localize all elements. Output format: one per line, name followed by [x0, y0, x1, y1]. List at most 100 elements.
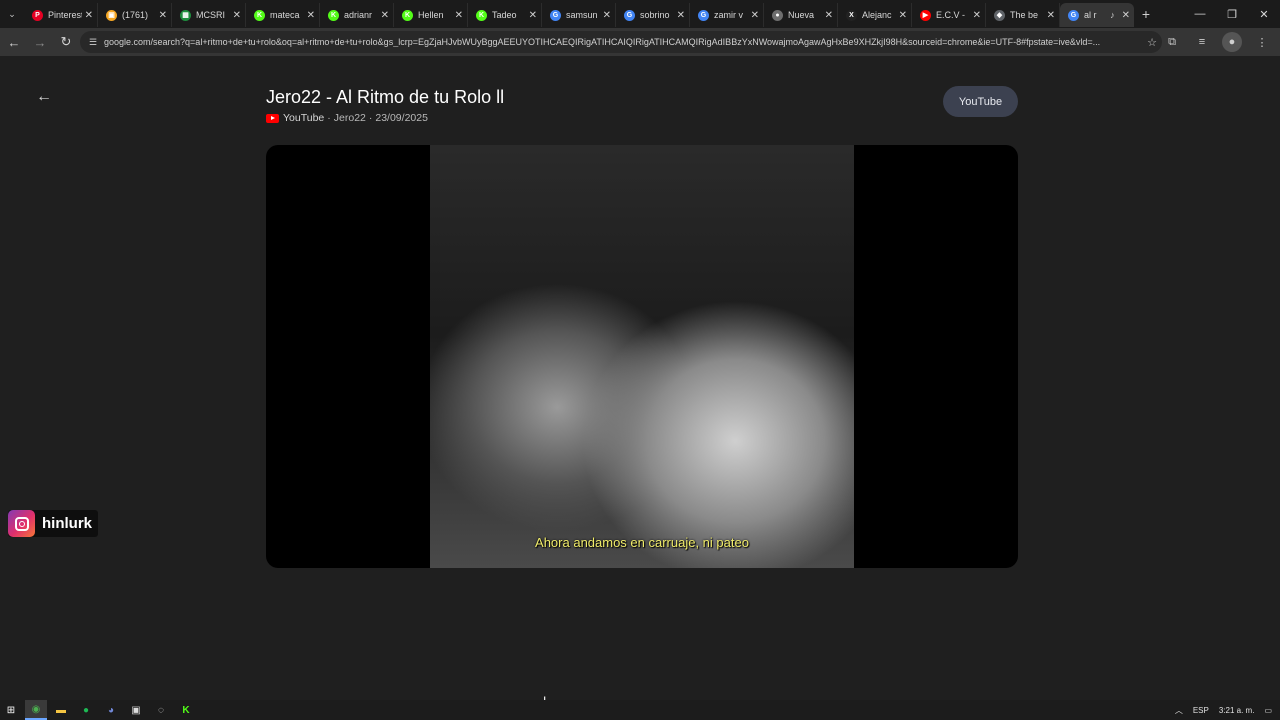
tab-search-icon[interactable]: ⌄	[0, 0, 24, 28]
google-icon: G	[624, 9, 635, 21]
tab-label: The be	[1010, 10, 1039, 20]
tab-close-icon[interactable]: ✕	[455, 10, 463, 21]
meta-separator: ·	[368, 112, 373, 124]
tab-close-icon[interactable]: ✕	[1122, 10, 1130, 21]
tab-label: Alejanc	[862, 10, 892, 20]
windows-start-icon[interactable]: ⊞	[0, 700, 22, 720]
tab-close-icon[interactable]: ✕	[899, 10, 907, 21]
tab-close-icon[interactable]: ✕	[603, 10, 611, 21]
browser-tab[interactable]: Kmateca ✕	[246, 3, 320, 27]
tab-label: Hellen	[418, 10, 444, 20]
video-subtitle: Ahora andamos en carruaje, ni pateo	[535, 535, 749, 550]
speaker-icon[interactable]: ♪	[1110, 10, 1115, 20]
minimize-icon[interactable]: —	[1184, 0, 1216, 28]
chrome-taskbar-icon[interactable]: ◉	[25, 700, 47, 720]
kick-icon: K	[476, 9, 487, 21]
google-icon: G	[550, 9, 561, 21]
tray-chevron-icon[interactable]: ︿	[1175, 705, 1183, 716]
site-icon: ◆	[994, 9, 1005, 21]
browser-tab[interactable]: ▣ (1761) ✕	[98, 3, 172, 27]
browser-tab[interactable]: P Pinterest ✕	[24, 3, 98, 27]
browser-tab[interactable]: X Alejanc ✕	[838, 3, 912, 27]
tab-close-icon[interactable]: ✕	[1047, 10, 1055, 21]
clock-app-icon[interactable]: ◌	[150, 700, 172, 720]
browser-tab[interactable]: Gal r ♪ ✕	[1060, 3, 1134, 27]
kick-icon: K	[402, 9, 413, 21]
menu-kebab-icon[interactable]: ⋮	[1252, 32, 1272, 52]
browser-tab[interactable]: ● Nueva ✕	[764, 3, 838, 27]
tab-label: al r	[1084, 10, 1097, 20]
bookmark-star-icon[interactable]: ☆	[1142, 36, 1162, 49]
tab-label: zamir v	[714, 10, 743, 20]
chat-icon: ▣	[106, 9, 117, 21]
instagram-overlay: hinlurk	[8, 510, 99, 537]
browser-tab[interactable]: ◆ The be ✕	[986, 3, 1060, 27]
instagram-handle: hinlurk	[42, 515, 93, 532]
kick-icon: K	[254, 9, 265, 21]
url-text[interactable]: google.com/search?q=al+ritmo+de+tu+rolo&…	[104, 37, 1142, 47]
browser-tab[interactable]: ▦ MCSRI ✕	[172, 3, 246, 27]
toolbar-actions: ⧉ ≡ ● ⋮	[1162, 32, 1272, 52]
site-info-icon[interactable]: ☰	[86, 35, 100, 49]
kick-icon: K	[328, 9, 339, 21]
tab-close-icon[interactable]: ✕	[85, 10, 93, 21]
browser-tab[interactable]: Kadrianr ✕	[320, 3, 394, 27]
back-arrow-icon[interactable]: ←	[36, 88, 52, 106]
discord-icon[interactable]: ◕	[100, 700, 122, 720]
tab-close-icon[interactable]: ✕	[159, 10, 167, 21]
tab-label: E.C.V -	[936, 10, 966, 20]
video-player[interactable]: Ahora andamos en carruaje, ni pateo	[266, 145, 1018, 568]
tab-close-icon[interactable]: ✕	[307, 10, 315, 21]
github-icon: ●	[772, 9, 783, 21]
video-date: 23/09/2025	[375, 112, 428, 124]
media-control-icon[interactable]: ≡	[1192, 32, 1212, 52]
open-youtube-button[interactable]: YouTube	[943, 86, 1018, 117]
tab-strip: ⌄ P Pinterest ✕ ▣ (1761) ✕ ▦ MCSRI ✕ Kmateca ✕ Kadr…	[0, 0, 1280, 28]
tab-label: sobrino	[640, 10, 670, 20]
language-indicator[interactable]: ESP	[1193, 706, 1209, 715]
notifications-icon[interactable]: ▭	[1264, 706, 1272, 715]
browser-tab[interactable]: K Hellen ✕	[394, 3, 468, 27]
restore-icon[interactable]: ❐	[1216, 0, 1248, 28]
youtube-icon	[266, 113, 279, 123]
new-tab-button[interactable]: +	[1134, 6, 1158, 22]
back-icon[interactable]: ←	[2, 30, 26, 54]
tab-label: MCSRI	[196, 10, 225, 20]
forward-icon[interactable]: →	[28, 30, 52, 54]
tab-close-icon[interactable]: ✕	[677, 10, 685, 21]
tab-close-icon[interactable]: ✕	[381, 10, 389, 21]
clock[interactable]: 3:21 a. m.	[1219, 706, 1255, 715]
spreadsheet-icon: ▦	[180, 9, 191, 21]
spotify-icon[interactable]: ●	[75, 700, 97, 720]
tab-close-icon[interactable]: ✕	[751, 10, 759, 21]
file-explorer-icon[interactable]: ▬	[50, 700, 72, 720]
extensions-icon[interactable]: ⧉	[1162, 32, 1182, 52]
tab-close-icon[interactable]: ✕	[233, 10, 241, 21]
reload-icon[interactable]: ↻	[54, 30, 78, 54]
tab-label: Pinterest	[48, 10, 82, 20]
browser-tab[interactable]: Gsobrino ✕	[616, 3, 690, 27]
browser-tab[interactable]: Gsamsun ✕	[542, 3, 616, 27]
video-frame: Ahora andamos en carruaje, ni pateo	[430, 145, 854, 568]
meta-separator: ·	[327, 112, 331, 124]
profile-avatar-icon[interactable]: ●	[1222, 32, 1242, 52]
tab-label: (1761)	[122, 10, 149, 20]
tab-label: mateca	[270, 10, 300, 20]
page-content: ← Jero22 - Al Ritmo de tu Rolo ll YouTub…	[0, 56, 1280, 708]
browser-tab[interactable]: Gzamir v ✕	[690, 3, 764, 27]
instagram-icon	[8, 510, 35, 537]
x-icon: X	[846, 9, 857, 21]
kick-taskbar-icon[interactable]: K	[175, 700, 197, 720]
tab-label: Nueva	[788, 10, 815, 20]
address-bar[interactable]: ☰ google.com/search?q=al+ritmo+de+tu+rol…	[80, 31, 1162, 53]
tab-close-icon[interactable]: ✕	[825, 10, 833, 21]
video-meta: YouTube · Jero22 · 23/09/2025	[266, 112, 428, 124]
tab-close-icon[interactable]: ✕	[973, 10, 981, 21]
capcut-icon[interactable]: ▣	[125, 700, 147, 720]
tab-list: P Pinterest ✕ ▣ (1761) ✕ ▦ MCSRI ✕ Kmateca ✕ Kadria…	[24, 0, 1134, 28]
browser-tab[interactable]: ▶ E.C.V - ✕	[912, 3, 986, 27]
tab-close-icon[interactable]: ✕	[529, 10, 537, 21]
close-window-icon[interactable]: ✕	[1248, 0, 1280, 28]
browser-tab[interactable]: K Tadeo ✕	[468, 3, 542, 27]
window-controls: — ❐ ✕	[1184, 0, 1280, 28]
